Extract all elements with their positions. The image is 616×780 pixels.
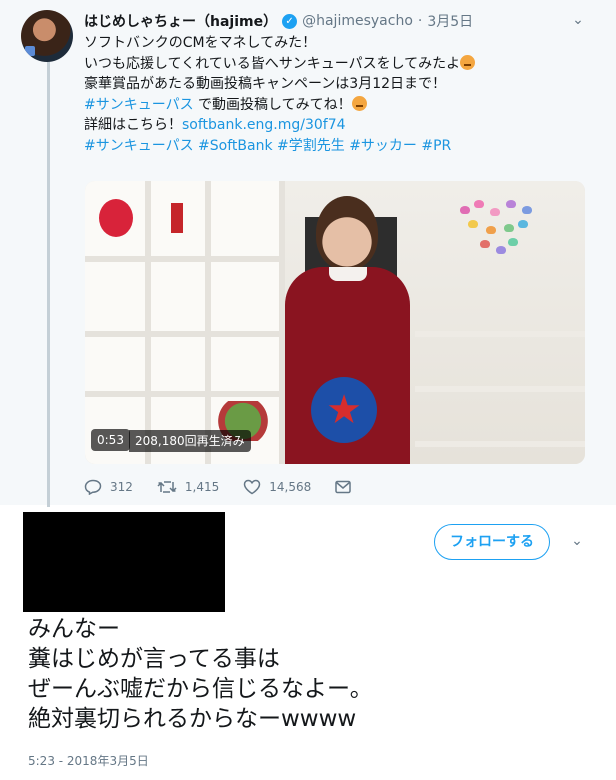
tweet-line: ソフトバンクのCMをマネしてみた！ — [84, 35, 317, 51]
thread-line — [47, 62, 50, 507]
like-button[interactable]: 14,568 — [243, 479, 311, 495]
reply-button[interactable]: 312 — [84, 479, 133, 495]
verified-icon: ✓ — [282, 13, 298, 29]
angry-face-emoji-icon — [351, 95, 367, 111]
tweet-date[interactable]: 3月5日 — [427, 11, 473, 31]
envelope-icon — [335, 480, 352, 494]
heart-icon — [244, 479, 261, 495]
shelf-unit — [85, 181, 285, 464]
angry-face-emoji-icon — [460, 54, 476, 70]
tweet-line-with-emoji: いつも応援してくれている皆へサンキューパスをしてみたよ — [84, 54, 594, 75]
quoted-tweet[interactable]: はじめしゃちょー（hajime） ✓ @hajimesyacho · 3月5日 … — [0, 0, 616, 507]
main-tweet-line: 絶対裏切られるからなーwwww — [28, 706, 357, 732]
details-prefix: 詳細はこちら！ — [84, 117, 182, 133]
video-duration: 0:53 — [91, 429, 130, 451]
butterfly-heart-decoration — [460, 196, 540, 266]
redacted-profile — [23, 512, 225, 612]
tweet-timestamp[interactable]: 5:23 - 2018年3月5日 — [28, 752, 149, 769]
hashtag-line-text: で動画投稿してみてね！ — [193, 96, 352, 113]
separator-dot: · — [417, 13, 423, 29]
right-shelf — [415, 331, 585, 451]
retweet-icon — [157, 481, 177, 493]
tweet-line-details: 詳細はこちら！softbank.eng.mg/30f74 — [84, 115, 594, 136]
user-handle[interactable]: @hajimesyacho — [302, 13, 413, 29]
chevron-down-icon[interactable]: ⌄ — [566, 530, 588, 552]
follow-button[interactable]: フォローする — [434, 524, 550, 560]
main-tweet-line: 糞はじめが言ってる事は — [28, 646, 280, 672]
reply-count: 312 — [110, 480, 133, 494]
person-head — [316, 196, 378, 270]
like-count: 14,568 — [269, 480, 312, 494]
main-tweet-line: ぜーんぶ嘘だから信じるなよー。 — [28, 676, 373, 702]
chevron-down-icon[interactable]: ⌄ — [568, 10, 588, 30]
tweet-line-hashtag: #サンキューパス で動画投稿してみてね！ — [84, 95, 594, 116]
main-tweet-text: みんなー 糞はじめが言ってる事は ぜーんぶ嘘だから信じるなよー。 絶対裏切られる… — [28, 614, 598, 734]
avatar[interactable] — [21, 10, 73, 62]
tweet-line: いつも応援してくれている皆へサンキューパスをしてみたよ — [84, 55, 461, 72]
tweet-line: 豪華賞品があたる動画投稿キャンペーンは3月12日まで！ — [84, 76, 447, 92]
retweet-count: 1,415 — [184, 480, 220, 494]
video-player[interactable]: ★ 0:53 208,180回再生済み — [85, 181, 585, 464]
message-button[interactable] — [335, 480, 359, 494]
hashtag-link[interactable]: #サンキューパス — [84, 97, 194, 113]
tweet-text: ソフトバンクのCMをマネしてみた！ いつも応援してくれている皆へサンキューパスを… — [84, 33, 594, 156]
details-link[interactable]: softbank.eng.mg/30f74 — [182, 117, 346, 133]
star-icon: ★ — [326, 387, 362, 433]
main-tweet-line: みんなー — [28, 616, 120, 642]
tweet-actions: 312 1,415 14,568 — [84, 476, 383, 498]
tweet-header: はじめしゃちょー（hajime） ✓ @hajimesyacho · 3月5日 — [84, 10, 473, 32]
hashtags-line[interactable]: #サンキューパス #SoftBank #学割先生 #サッカー #PR — [84, 136, 594, 157]
video-view-count: 208,180回再生済み — [129, 430, 251, 452]
reply-icon — [84, 479, 102, 495]
retweet-button[interactable]: 1,415 — [157, 480, 219, 494]
display-name[interactable]: はじめしゃちょー（hajime） — [84, 11, 277, 31]
